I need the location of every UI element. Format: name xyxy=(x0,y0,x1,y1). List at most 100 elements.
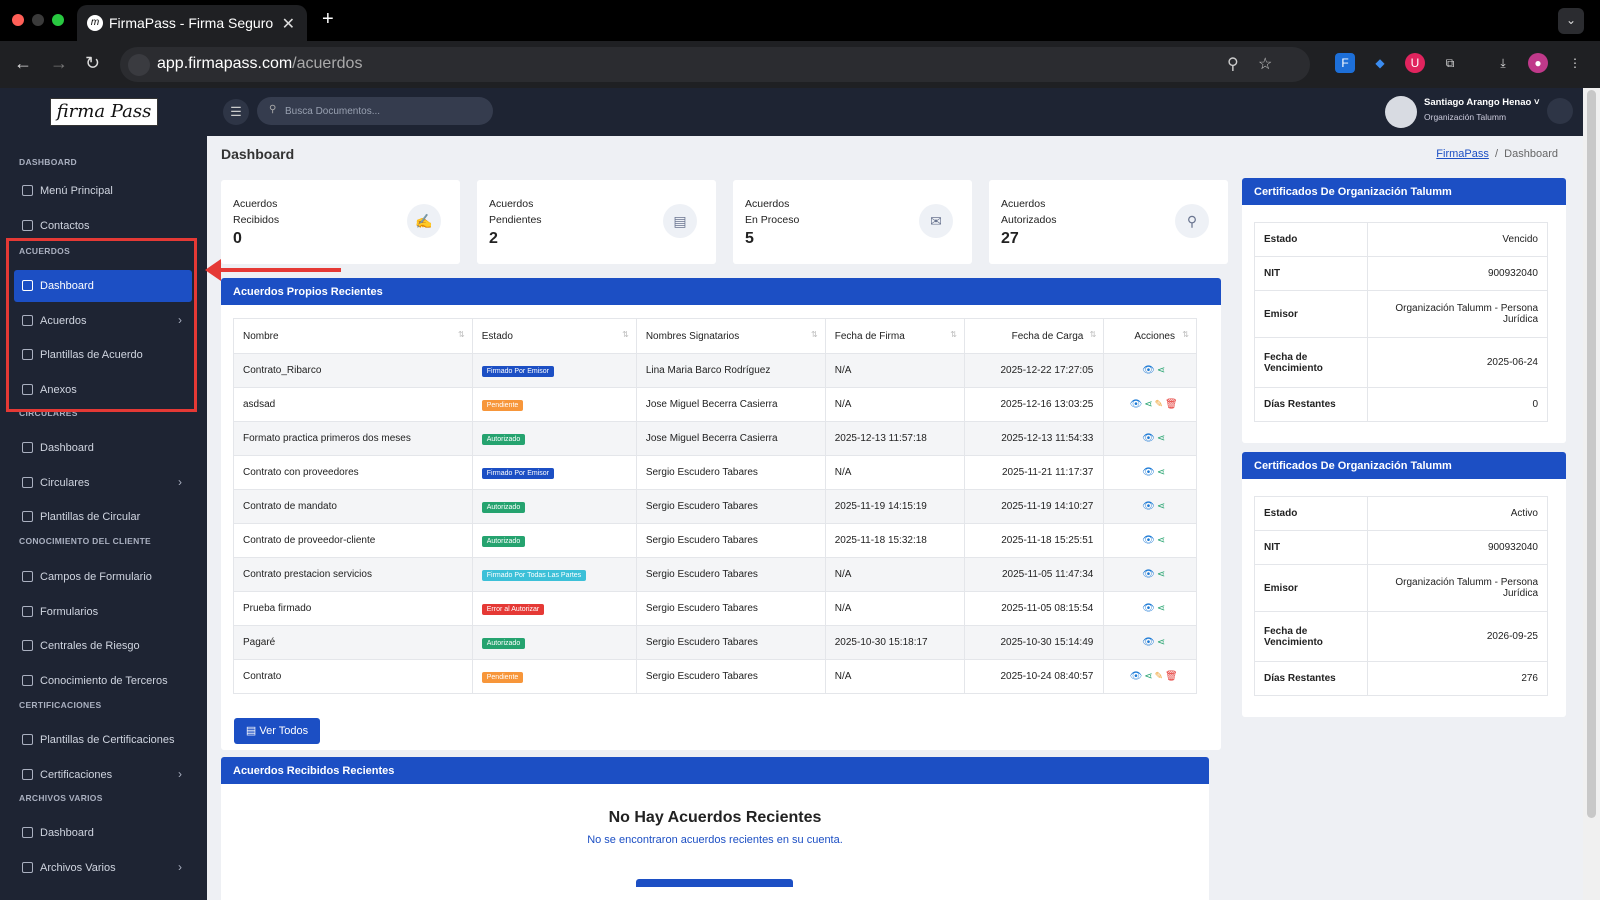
stat-card-recibidos[interactable]: Acuerdos Recibidos 0 ✍ xyxy=(221,180,460,264)
view-eye-icon[interactable]: 👁︎ xyxy=(1142,603,1157,614)
view-eye-icon[interactable]: 👁︎ xyxy=(1142,535,1157,546)
bookmark-star-icon[interactable]: ☆ xyxy=(1258,54,1272,74)
delete-trash-icon[interactable]: 🗑︎ xyxy=(1165,399,1180,410)
address-bar[interactable]: app.firmapass.com/acuerdos ⚲ ☆ xyxy=(120,47,1310,82)
view-eye-icon[interactable]: 👁︎ xyxy=(1142,467,1157,478)
menu-toggle-icon[interactable]: ☰ xyxy=(223,99,249,125)
view-eye-icon[interactable]: 👁︎ xyxy=(1142,365,1157,376)
edit-pencil-icon[interactable]: ✎ xyxy=(1155,399,1165,410)
sidebar-item-formularios[interactable]: Formularios xyxy=(14,596,192,628)
table-row[interactable]: asdsad Pendiente Jose Miguel Becerra Casie… xyxy=(233,387,1197,422)
maximize-window-button[interactable] xyxy=(52,14,64,26)
minimize-window-button[interactable] xyxy=(32,14,44,26)
sort-icon[interactable]: ⇅ xyxy=(1182,330,1189,339)
firmapass-logo[interactable]: firma Pass xyxy=(50,98,158,126)
browser-menu-icon[interactable]: ⋮ xyxy=(1565,53,1585,73)
status-cell: Error al Autorizar xyxy=(471,591,637,626)
table-row[interactable]: Contrato_Ribarco Firmado Por Emisor Lina M… xyxy=(233,353,1197,388)
column-header[interactable]: Nombre ⇅ xyxy=(233,318,473,354)
stat-card-en-proceso[interactable]: Acuerdos En Proceso 5 ✉ xyxy=(733,180,972,264)
empty-state-button[interactable] xyxy=(636,879,793,887)
table-row[interactable]: Contrato de mandato Autorizado Sergio Escu… xyxy=(233,489,1197,524)
upload-date-cell: 2025-11-05 08:15:54 xyxy=(963,591,1105,626)
stat-card-autorizados[interactable]: Acuerdos Autorizados 27 ⚲ xyxy=(989,180,1228,264)
sidebar-item-plantillas-circular[interactable]: Plantillas de Circular xyxy=(14,501,192,533)
forward-arrow-icon[interactable]: → xyxy=(50,53,68,74)
share-icon[interactable]: ⋖ xyxy=(1157,603,1167,614)
back-arrow-icon[interactable]: ← xyxy=(14,53,32,74)
delete-trash-icon[interactable]: 🗑︎ xyxy=(1165,671,1180,682)
stat-card-pendientes[interactable]: Acuerdos Pendientes 2 ▤ xyxy=(477,180,716,264)
sidebar-item-archivos-varios[interactable]: Archivos Varios › xyxy=(14,852,192,884)
sort-icon[interactable]: ⇅ xyxy=(622,330,629,339)
search-input[interactable] xyxy=(285,102,485,120)
extensions-puzzle-icon[interactable]: ⧉ xyxy=(1440,53,1460,73)
profile-icon[interactable]: ● xyxy=(1528,53,1548,73)
sidebar-item-circulares-dashboard[interactable]: Dashboard xyxy=(14,432,192,464)
tab-close-icon[interactable]: ✕ xyxy=(282,14,295,34)
view-eye-icon[interactable]: 👁︎ xyxy=(1142,433,1157,444)
sort-icon[interactable]: ⇅ xyxy=(950,330,957,339)
site-settings-icon[interactable] xyxy=(128,54,150,76)
sidebar-item-conocimiento-terceros[interactable]: Conocimiento de Terceros xyxy=(14,665,192,697)
view-eye-icon[interactable]: 👁︎ xyxy=(1130,671,1145,682)
scrollbar-thumb[interactable] xyxy=(1587,90,1596,818)
share-icon[interactable]: ⋖ xyxy=(1157,569,1167,580)
reload-icon[interactable]: ↻ xyxy=(85,53,100,74)
column-header[interactable]: Nombres Signatarios ⇅ xyxy=(635,318,826,354)
sidebar-item-campos-formulario[interactable]: Campos de Formulario xyxy=(14,561,192,593)
status-cell: Autorizado xyxy=(471,523,637,558)
breadcrumb-home-link[interactable]: FirmaPass xyxy=(1436,148,1489,160)
extension-diamond-icon[interactable]: ◆ xyxy=(1370,53,1390,73)
avatar[interactable] xyxy=(1385,96,1417,128)
page-scrollbar[interactable] xyxy=(1583,88,1600,900)
user-organization: Organización Talumm xyxy=(1424,112,1507,122)
tab-search-chevron-icon[interactable]: ⌄ xyxy=(1558,8,1584,34)
sidebar-item-certificaciones[interactable]: Certificaciones › xyxy=(14,759,192,791)
sidebar-item-archivos-dashboard[interactable]: Dashboard xyxy=(14,817,192,849)
share-icon[interactable]: ⋖ xyxy=(1157,535,1167,546)
sort-icon[interactable]: ⇅ xyxy=(1090,330,1097,339)
sidebar-item-menu-principal[interactable]: Menú Principal xyxy=(14,175,192,207)
sidebar-item-centrales-riesgo[interactable]: Centrales de Riesgo xyxy=(14,630,192,662)
download-icon[interactable]: ⤓ xyxy=(1493,53,1513,73)
share-icon[interactable]: ⋖ xyxy=(1157,467,1167,478)
zoom-icon[interactable]: ⚲ xyxy=(1227,54,1239,74)
table-row[interactable]: Formato practica primeros dos meses Autor… xyxy=(233,421,1197,456)
user-name[interactable]: Santiago Arango Henao ˅ xyxy=(1424,97,1540,108)
view-eye-icon[interactable]: 👁︎ xyxy=(1142,501,1157,512)
organization-logo[interactable] xyxy=(1547,98,1573,124)
sidebar-item-plantillas-certificaciones[interactable]: Plantillas de Certificaciones xyxy=(14,724,192,756)
share-icon[interactable]: ⋖ xyxy=(1157,365,1167,376)
cert-row: Estado Activo xyxy=(1254,496,1548,531)
sort-icon[interactable]: ⇅ xyxy=(458,330,465,339)
sort-icon[interactable]: ⇅ xyxy=(811,330,818,339)
share-icon[interactable]: ⋖ xyxy=(1157,637,1167,648)
view-eye-icon[interactable]: 👁︎ xyxy=(1130,399,1145,410)
column-header[interactable]: Fecha de Carga ⇅ xyxy=(963,318,1105,354)
ver-todos-button[interactable]: ▤ Ver Todos xyxy=(234,718,320,744)
sign-date-cell: 2025-11-19 14:15:19 xyxy=(824,489,966,524)
table-row[interactable]: Contrato con proveedores Firmado Por Emis… xyxy=(233,455,1197,490)
sidebar-item-circulares[interactable]: Circulares › xyxy=(14,467,192,499)
table-row[interactable]: Pagaré Autorizado Sergio Escudero Tabares 2… xyxy=(233,625,1197,660)
share-icon[interactable]: ⋖ xyxy=(1157,433,1167,444)
share-icon[interactable]: ⋖ xyxy=(1144,399,1154,410)
view-eye-icon[interactable]: 👁︎ xyxy=(1142,569,1157,580)
table-row[interactable]: Contrato Pendiente Sergio Escudero Tabares… xyxy=(233,659,1197,694)
close-window-button[interactable] xyxy=(12,14,24,26)
column-header[interactable]: Acciones ⇅ xyxy=(1103,318,1197,354)
view-eye-icon[interactable]: 👁︎ xyxy=(1142,637,1157,648)
extension-f-icon[interactable]: F xyxy=(1335,53,1355,73)
column-header[interactable]: Fecha de Firma ⇅ xyxy=(824,318,966,354)
edit-pencil-icon[interactable]: ✎ xyxy=(1155,671,1165,682)
table-row[interactable]: Contrato de proveedor-cliente Autorizado S… xyxy=(233,523,1197,558)
share-icon[interactable]: ⋖ xyxy=(1157,501,1167,512)
table-row[interactable]: Prueba firmado Error al Autorizar Sergio E… xyxy=(233,591,1197,626)
browser-tab[interactable]: m FirmaPass - Firma Seguro ✕ xyxy=(77,5,307,41)
extension-shield-icon[interactable]: U xyxy=(1405,53,1425,73)
table-row[interactable]: Contrato prestacion servicios Firmado Por… xyxy=(233,557,1197,592)
column-header[interactable]: Estado ⇅ xyxy=(471,318,637,354)
share-icon[interactable]: ⋖ xyxy=(1144,671,1154,682)
new-tab-button[interactable]: + xyxy=(322,8,334,31)
